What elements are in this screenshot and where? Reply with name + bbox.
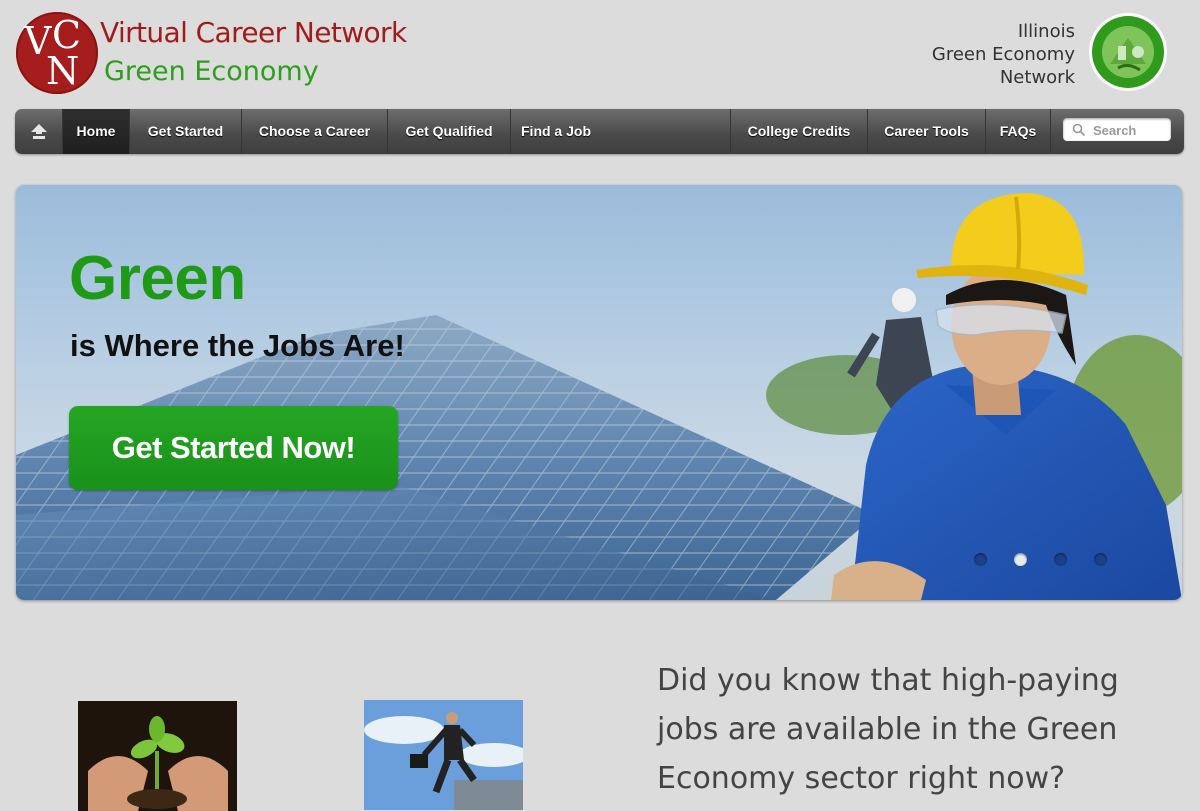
search-box[interactable] <box>1063 118 1171 141</box>
nav-item-get-started[interactable]: Get Started <box>130 109 242 154</box>
carousel-dot-active[interactable] <box>1014 553 1027 566</box>
nav-item-college-credits[interactable]: College Credits <box>731 109 868 154</box>
businessman-icon <box>364 700 523 810</box>
logo-letter-n: N <box>46 49 80 93</box>
carousel-dot[interactable] <box>1054 553 1067 566</box>
nav-item-faqs[interactable]: FAQs <box>986 109 1051 154</box>
partner-line: Illinois <box>1017 21 1075 42</box>
nav-home-button[interactable] <box>15 109 63 154</box>
get-started-now-button[interactable]: Get Started Now! <box>69 406 398 490</box>
vcn-logo[interactable]: V C N <box>16 12 98 94</box>
nav-item-home[interactable]: Home <box>63 109 130 154</box>
igen-seal-logo[interactable] <box>1088 12 1168 92</box>
search-input[interactable] <box>1091 120 1171 140</box>
brand-title[interactable]: Virtual Career Network <box>100 16 407 49</box>
home-up-arrow-icon <box>31 124 47 139</box>
hero-banner: Green is Where the Jobs Are! Get Started… <box>16 185 1182 600</box>
partner-line: Network <box>999 67 1075 88</box>
nav-item-career-tools[interactable]: Career Tools <box>868 109 986 154</box>
businessman-running-image[interactable] <box>364 700 523 810</box>
main-nav: Home Get Started Choose a Career Get Qua… <box>15 109 1184 154</box>
brand-subtitle[interactable]: Green Economy <box>104 56 319 87</box>
nav-item-find-a-job[interactable]: Find a Job <box>511 109 731 154</box>
hero-headline: Green <box>69 244 246 313</box>
seedling-hands-image[interactable] <box>78 701 237 811</box>
nav-item-get-qualified[interactable]: Get Qualified <box>388 109 511 154</box>
partner-line: Green Economy <box>931 44 1075 65</box>
promo-text: Did you know that high-paying jobs are a… <box>657 663 1119 796</box>
magnifier-icon <box>1072 123 1086 137</box>
carousel-dot[interactable] <box>1094 553 1107 566</box>
partner-name: Illinois Green Economy Network <box>932 20 1075 89</box>
nav-item-choose-a-career[interactable]: Choose a Career <box>242 109 388 154</box>
seedling-icon <box>78 701 237 811</box>
hero-subheadline: is Where the Jobs Are! <box>70 328 405 363</box>
carousel-dot[interactable] <box>974 553 987 566</box>
